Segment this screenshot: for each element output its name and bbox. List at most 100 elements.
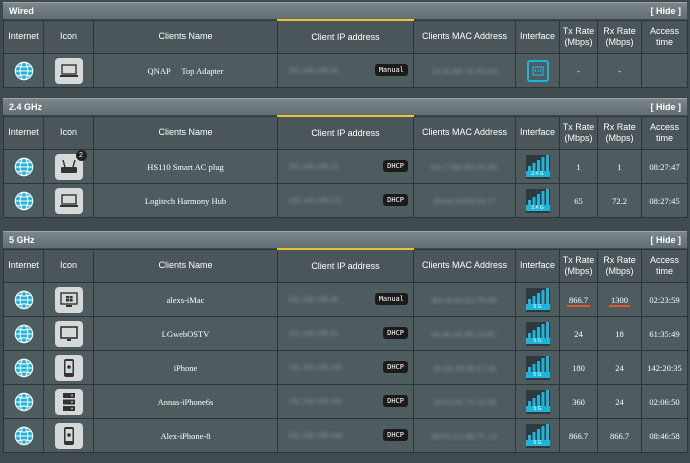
icon-cell[interactable] — [43, 53, 94, 88]
tx-rate-label: Tx Rate — [562, 254, 595, 265]
mac-address: 50:C7:BF:BD:91:BC — [430, 162, 499, 172]
globe-icon[interactable] — [13, 61, 35, 80]
col-mac-address[interactable]: Clients MAC Address — [413, 115, 516, 150]
mac-address: 04:4E:AF:0E:53:BC — [431, 329, 498, 339]
client-name: Logitech Harmony Hub — [93, 183, 278, 218]
iphone-icon[interactable] — [54, 354, 83, 381]
ip-cell: 192.168.199.100 DHCP — [277, 384, 414, 419]
table-row[interactable]: Logitech Harmony Hub 192.168.199.122 DHCP 0… — [3, 183, 688, 218]
rx-rate-value: 18 — [615, 328, 624, 339]
col-rx-rate[interactable]: Rx Rate (Mbps) — [597, 19, 642, 54]
col-interface[interactable]: Interface — [515, 19, 560, 54]
interface-cell: 5 G — [515, 316, 560, 351]
internet-cell[interactable] — [3, 53, 44, 88]
internet-cell[interactable] — [3, 316, 44, 351]
tx-rate: 866.7 — [559, 418, 598, 453]
ip-type-badge: DHCP — [383, 160, 408, 172]
client-table: Internet Icon Clients Name Client IP addres… — [3, 19, 688, 88]
hide-button[interactable]: [ Hide ] — [651, 3, 682, 19]
col-ip-address[interactable]: Client IP address — [277, 115, 414, 150]
section-2-4-ghz: 2.4 GHz[ Hide ] Internet Icon Clients Name C… — [3, 98, 688, 218]
globe-icon[interactable] — [13, 324, 35, 343]
ip-cell: 192.168.199.38 Manual — [277, 282, 414, 317]
laptop-icon[interactable] — [54, 57, 83, 84]
internet-cell[interactable] — [3, 350, 44, 385]
internet-cell[interactable] — [3, 282, 44, 317]
access-time: 61:35:49 — [641, 316, 688, 351]
globe-icon[interactable] — [13, 191, 35, 210]
globe-icon[interactable] — [13, 290, 35, 309]
icon-cell[interactable] — [43, 183, 94, 218]
interface-cell: 5 G — [515, 282, 560, 317]
col-access-time[interactable]: Access time — [641, 19, 688, 54]
rx-rate: 1 — [597, 149, 642, 184]
rx-rate-label: Rx Rate — [603, 121, 636, 132]
internet-cell[interactable] — [3, 149, 44, 184]
hide-button[interactable]: [ Hide ] — [651, 99, 682, 115]
icon-cell[interactable] — [43, 418, 94, 453]
internet-cell[interactable] — [3, 183, 44, 218]
client-name: iPhone — [93, 350, 278, 385]
laptop-icon[interactable] — [54, 187, 83, 214]
table-row[interactable]: alexs-iMac 192.168.199.38 Manual B4:18:D1:E… — [3, 282, 688, 317]
mac-cell: 00:04:20:EB:E6:77 — [413, 183, 516, 218]
table-row[interactable]: iPhone 192.168.199.109 DHCP 28:A0:2B:8E:E7:… — [3, 350, 688, 385]
col-tx-rate[interactable]: Tx Rate (Mbps) — [559, 19, 598, 54]
ip-address: 192.168.199.168 — [288, 431, 342, 440]
globe-icon[interactable] — [13, 426, 35, 445]
mac-cell: B8:F1:2A:8E:7C:13 — [413, 418, 516, 453]
col-tx-rate[interactable]: Tx Rate (Mbps) — [559, 248, 598, 283]
globe-icon[interactable] — [13, 157, 35, 176]
windows-pc-icon[interactable] — [54, 286, 83, 313]
internet-cell[interactable] — [3, 384, 44, 419]
ip-address: 192.168.199.122 — [288, 196, 342, 205]
col-client-name[interactable]: Clients Name — [93, 248, 278, 283]
band-label: 5 G — [525, 303, 550, 310]
server-icon[interactable] — [54, 388, 83, 415]
tx-rate-unit: (Mbps) — [564, 36, 593, 47]
icon-cell[interactable] — [43, 316, 94, 351]
monitor-icon[interactable] — [54, 320, 83, 347]
col-client-name[interactable]: Clients Name — [93, 115, 278, 150]
table-row[interactable]: LGwebOSTV 192.168.199.45 DHCP 04:4E:AF:0E:5… — [3, 316, 688, 351]
table-row[interactable]: QNAP Top Adapter 192.168.199.56 Manual 24:5… — [3, 53, 688, 88]
tx-rate: 65 — [559, 183, 598, 218]
access-time: 142:20:35 — [641, 350, 688, 385]
client-name: HS110 Smart AC plug — [93, 149, 278, 184]
section-header: 2.4 GHz [ Hide ] — [3, 98, 687, 115]
col-ip-address[interactable]: Client IP address — [277, 248, 414, 283]
icon-cell[interactable]: 2 — [43, 149, 94, 184]
icon-cell[interactable] — [43, 384, 94, 419]
col-access-time[interactable]: Access time — [641, 115, 688, 150]
ip-type-badge: Manual — [374, 64, 408, 76]
router-icon[interactable]: 2 — [54, 149, 87, 180]
col-rx-rate[interactable]: Rx Rate (Mbps) — [597, 248, 642, 283]
mac-address: 00:04:20:EB:E6:77 — [433, 196, 496, 206]
ip-cell: 192.168.199.45 DHCP — [277, 316, 414, 351]
table-row[interactable]: Annas-iPhone6s 192.168.199.100 DHCP 20:D5:0… — [3, 384, 688, 419]
col-client-name[interactable]: Clients Name — [93, 19, 278, 54]
col-access-time[interactable]: Access time — [641, 248, 688, 283]
mac-cell: 28:A0:2B:8E:E7:42 — [413, 350, 516, 385]
tx-rate-value: 180 — [572, 362, 585, 373]
internet-cell[interactable] — [3, 418, 44, 453]
col-mac-address[interactable]: Clients MAC Address — [413, 248, 516, 283]
icon-cell[interactable] — [43, 282, 94, 317]
client-name: QNAP Top Adapter — [93, 53, 278, 88]
icon-cell[interactable] — [43, 350, 94, 385]
hide-button[interactable]: [ Hide ] — [651, 232, 682, 248]
client-name: Alex-iPhone-8 — [93, 418, 278, 453]
globe-icon[interactable] — [13, 358, 35, 377]
iphone-icon[interactable] — [54, 422, 83, 449]
table-row[interactable]: Alex-iPhone-8 192.168.199.168 DHCP B8:F1:2A… — [3, 418, 688, 453]
col-rx-rate[interactable]: Rx Rate (Mbps) — [597, 115, 642, 150]
col-ip-address[interactable]: Client IP address — [277, 19, 414, 54]
col-interface[interactable]: Interface — [515, 248, 560, 283]
col-tx-rate[interactable]: Tx Rate (Mbps) — [559, 115, 598, 150]
rx-rate-value: 1 — [617, 161, 622, 172]
wifi-signal-icon: 2.4 G — [525, 154, 550, 179]
col-mac-address[interactable]: Clients MAC Address — [413, 19, 516, 54]
globe-icon[interactable] — [13, 392, 35, 411]
table-row[interactable]: 2 HS110 Smart AC plug 192.168.199.23 DHCP 50… — [3, 149, 688, 184]
col-interface[interactable]: Interface — [515, 115, 560, 150]
